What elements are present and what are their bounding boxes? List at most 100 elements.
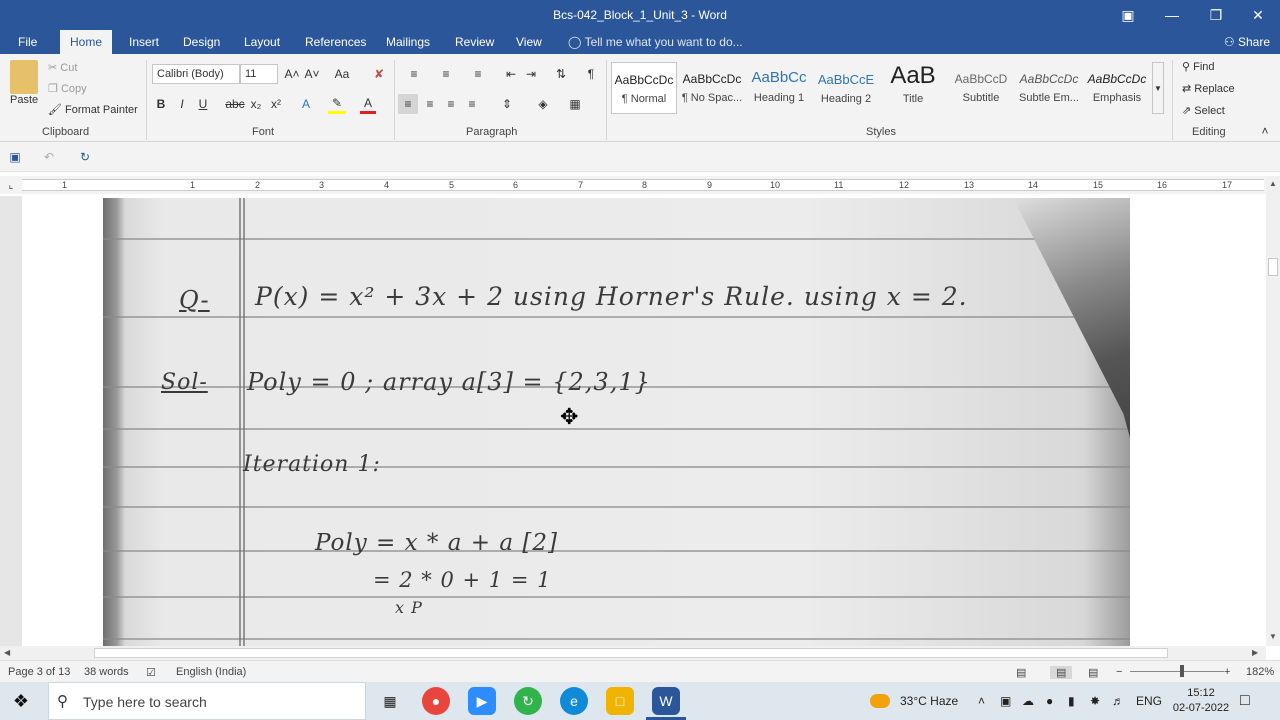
tab-home[interactable]: Home bbox=[60, 30, 113, 54]
tab-mailings[interactable]: Mailings bbox=[386, 30, 430, 54]
word-icon[interactable]: W bbox=[652, 687, 680, 715]
decrease-indent-icon[interactable]: ⇤ bbox=[502, 64, 520, 84]
clear-formatting-icon[interactable]: ✘ bbox=[370, 64, 388, 84]
save-icon[interactable]: ▣ bbox=[6, 148, 24, 166]
zoom-level[interactable]: 182% bbox=[1246, 666, 1274, 678]
print-layout-icon[interactable]: ▤ bbox=[1050, 666, 1073, 679]
zoom-slider-thumb[interactable] bbox=[1180, 665, 1184, 677]
input-language[interactable]: ENG bbox=[1136, 682, 1162, 720]
styles-more-icon[interactable]: ▼ bbox=[1152, 62, 1164, 114]
close-button[interactable]: ✕ bbox=[1236, 0, 1280, 30]
clock[interactable]: 15:12 02-07-2022 bbox=[1172, 682, 1230, 720]
zoom-out-icon[interactable]: − bbox=[1116, 666, 1122, 678]
vertical-scroll-thumb[interactable] bbox=[1268, 258, 1278, 276]
numbering-icon[interactable]: ≡ bbox=[432, 64, 460, 84]
handwritten-notes-image[interactable]: Q- P(x) = x² + 3x + 2 using Horner's Rul… bbox=[103, 198, 1130, 646]
underline-icon[interactable]: U bbox=[196, 94, 210, 114]
microphone-icon[interactable]: ● bbox=[1046, 682, 1053, 720]
scroll-down-icon[interactable]: ▼ bbox=[1269, 632, 1277, 641]
multilevel-list-icon[interactable]: ≡ bbox=[464, 64, 492, 84]
cut-button[interactable]: ✂ Cut bbox=[48, 61, 77, 74]
style-heading-2[interactable]: AaBbCcE Heading 2 bbox=[813, 62, 879, 114]
style-no-spacing[interactable]: AaBbCcDc ¶ No Spac... bbox=[679, 62, 745, 114]
redo-icon[interactable]: ↻ bbox=[76, 148, 94, 166]
tab-references[interactable]: References bbox=[305, 30, 366, 54]
shading-icon[interactable]: ◈ bbox=[530, 94, 556, 114]
task-view-icon[interactable]: ▦ bbox=[376, 687, 404, 715]
superscript-icon[interactable]: x² bbox=[268, 94, 284, 114]
style-subtle-emphasis[interactable]: AaBbCcDc Subtle Em... bbox=[1016, 62, 1082, 114]
refresh-app-icon[interactable]: ↻ bbox=[514, 687, 542, 715]
zoom-app-icon[interactable]: ▶ bbox=[468, 687, 496, 715]
highlight-icon[interactable]: ✎ bbox=[328, 94, 346, 114]
undo-icon[interactable]: ↶ bbox=[38, 148, 60, 166]
find-button[interactable]: ⚲ Find bbox=[1182, 60, 1215, 73]
zoom-in-icon[interactable]: + bbox=[1224, 666, 1230, 678]
shrink-font-icon[interactable]: A˅ bbox=[304, 64, 320, 84]
grow-font-icon[interactable]: A˄ bbox=[284, 64, 300, 84]
sort-icon[interactable]: ⇅ bbox=[552, 64, 570, 84]
format-painter-button[interactable]: 🖌 Format Painter bbox=[48, 103, 138, 116]
weather-widget[interactable]: 33°C Haze bbox=[870, 682, 958, 720]
horizontal-scroll-thumb[interactable] bbox=[94, 648, 1168, 658]
tab-view[interactable]: View bbox=[516, 30, 542, 54]
vertical-scrollbar[interactable]: ▲ ▼ bbox=[1266, 176, 1280, 646]
align-right-icon[interactable]: ≡ bbox=[441, 94, 461, 114]
show-hidden-icons-icon[interactable]: ˄ bbox=[978, 682, 985, 720]
minimize-button[interactable]: — bbox=[1150, 0, 1194, 30]
change-case-icon[interactable]: Aa bbox=[330, 64, 354, 84]
scroll-up-icon[interactable]: ▲ bbox=[1269, 179, 1277, 188]
proofing-icon[interactable]: ☑ bbox=[146, 666, 156, 679]
scroll-left-icon[interactable]: ◀ bbox=[4, 648, 10, 657]
windows-start-icon[interactable]: ❖ bbox=[10, 690, 32, 712]
align-center-icon[interactable]: ≡ bbox=[420, 94, 440, 114]
horizontal-scrollbar[interactable]: ◀ ▶ bbox=[0, 646, 1266, 660]
tab-review[interactable]: Review bbox=[455, 30, 494, 54]
onedrive-icon[interactable]: ☁ bbox=[1022, 682, 1034, 720]
tab-file[interactable]: File bbox=[18, 30, 37, 54]
wifi-icon[interactable]: ✸ bbox=[1090, 682, 1100, 720]
style-normal[interactable]: AaBbCcDc ¶ Normal bbox=[611, 62, 677, 114]
align-left-icon[interactable]: ≡ bbox=[398, 94, 418, 114]
tell-me-box[interactable]: ◯ Tell me what you want to do... bbox=[568, 30, 743, 54]
pilcrow-icon[interactable]: ¶ bbox=[582, 64, 600, 84]
text-effects-icon[interactable]: A bbox=[298, 94, 314, 114]
read-mode-icon[interactable]: ▤ bbox=[1016, 666, 1026, 679]
page-count[interactable]: Page 3 of 13 bbox=[8, 666, 70, 678]
strikethrough-icon[interactable]: abc bbox=[225, 94, 244, 114]
line-spacing-icon[interactable]: ⇕ bbox=[494, 94, 520, 114]
select-button[interactable]: ⇗ Select bbox=[1182, 104, 1225, 117]
tab-layout[interactable]: Layout bbox=[244, 30, 280, 54]
font-family-select[interactable]: Calibri (Body) bbox=[152, 64, 240, 84]
chrome-icon[interactable]: ● bbox=[422, 687, 450, 715]
notifications-icon[interactable]: □ bbox=[1240, 682, 1250, 720]
battery-icon[interactable]: ▮ bbox=[1068, 682, 1075, 720]
zoom-slider[interactable] bbox=[1130, 671, 1224, 672]
font-color-icon[interactable]: A bbox=[360, 94, 376, 114]
tab-insert[interactable]: Insert bbox=[129, 30, 159, 54]
paste-clipboard-icon[interactable] bbox=[10, 60, 38, 94]
style-heading-1[interactable]: AaBbCc Heading 1 bbox=[746, 62, 812, 114]
meet-now-icon[interactable]: ▣ bbox=[1000, 682, 1011, 720]
ribbon-display-options-icon[interactable]: ▣ bbox=[1106, 0, 1150, 30]
word-count[interactable]: 38 words bbox=[84, 666, 129, 678]
tab-design[interactable]: Design bbox=[183, 30, 220, 54]
subscript-icon[interactable]: x₂ bbox=[248, 94, 264, 114]
bold-icon[interactable]: B bbox=[154, 94, 168, 114]
bullets-icon[interactable]: ≡ bbox=[400, 64, 428, 84]
taskbar-search[interactable]: ⚲ Type here to search bbox=[48, 682, 366, 720]
file-explorer-icon[interactable]: □ bbox=[606, 687, 634, 715]
horizontal-ruler[interactable]: 1 1 2 3 4 5 6 7 8 9 10 11 12 13 14 15 16… bbox=[0, 176, 1266, 194]
style-emphasis[interactable]: AaBbCcDc Emphasis bbox=[1084, 62, 1150, 114]
maximize-button[interactable]: ❐ bbox=[1194, 0, 1238, 30]
web-layout-icon[interactable]: ▤ bbox=[1088, 666, 1098, 679]
italic-icon[interactable]: I bbox=[175, 94, 189, 114]
share-button[interactable]: ⚇ Share bbox=[1224, 30, 1270, 54]
font-size-select[interactable]: 11 bbox=[240, 64, 278, 84]
replace-button[interactable]: ⇄ Replace bbox=[1182, 82, 1235, 95]
justify-icon[interactable]: ≡ bbox=[462, 94, 482, 114]
volume-icon[interactable]: ♬ bbox=[1112, 682, 1124, 720]
paste-button[interactable]: Paste bbox=[10, 94, 38, 106]
increase-indent-icon[interactable]: ⇥ bbox=[522, 64, 540, 84]
borders-icon[interactable]: ▦ bbox=[562, 94, 588, 114]
